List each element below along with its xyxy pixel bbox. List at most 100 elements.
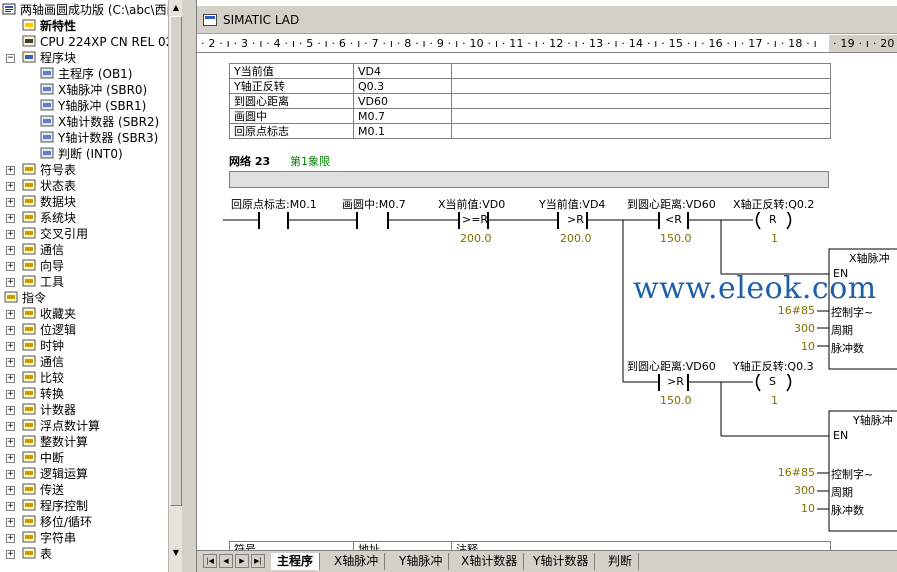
expand-icon[interactable]: + [6, 326, 15, 335]
tree-scrollbar[interactable]: ▲ ▼ [168, 0, 182, 572]
tree-item[interactable]: X轴脉冲 (SBR0) [0, 82, 168, 98]
pin-value[interactable]: 10 [771, 502, 815, 515]
expand-icon[interactable]: + [6, 470, 15, 479]
tree-item[interactable]: + 通信 [0, 242, 168, 258]
pin-value[interactable]: 16#85 [771, 466, 815, 479]
instructions-folder-icon [4, 291, 18, 304]
scroll-down-arrow-icon[interactable]: ▼ [170, 546, 182, 560]
contact-drawing-label[interactable]: 画圆中:M0.7 [342, 196, 406, 212]
tree-item[interactable]: 指令 [0, 290, 168, 306]
tree-item[interactable]: + 数据块 [0, 194, 168, 210]
expand-icon[interactable]: + [6, 310, 15, 319]
tab-last-icon[interactable]: ▶| [251, 554, 265, 568]
expand-icon[interactable]: + [6, 198, 15, 207]
tree-item[interactable]: 主程序 (OB1) [0, 66, 168, 82]
expand-icon[interactable]: + [6, 486, 15, 495]
tree-item[interactable]: + 时钟 [0, 338, 168, 354]
tree-item[interactable]: + 程序控制 [0, 498, 168, 514]
tree-item[interactable]: + 比较 [0, 370, 168, 386]
tree-item[interactable]: X轴计数器 (SBR2) [0, 114, 168, 130]
tree-item[interactable]: + 转换 [0, 386, 168, 402]
pin-value[interactable]: 300 [771, 484, 815, 497]
tree-item[interactable]: Y轴脉冲 (SBR1) [0, 98, 168, 114]
tab-next-icon[interactable]: ▶ [235, 554, 249, 568]
coil-count[interactable]: 1 [771, 394, 778, 407]
tab-5[interactable]: Y轴计数器 [527, 553, 596, 570]
tree-scroll-thumb[interactable] [170, 16, 182, 506]
expand-icon[interactable]: + [6, 502, 15, 511]
expand-icon[interactable]: + [6, 454, 15, 463]
tree-item-label: CPU 224XP CN REL 02.0 [40, 35, 168, 49]
expand-icon[interactable]: + [6, 246, 15, 255]
expand-icon[interactable]: + [6, 406, 15, 415]
expand-icon[interactable]: + [6, 390, 15, 399]
tree-item[interactable]: 判断 (INT0) [0, 146, 168, 162]
tree-item[interactable]: + 系统块 [0, 210, 168, 226]
expand-icon[interactable]: + [6, 166, 15, 175]
expand-icon[interactable]: + [6, 374, 15, 383]
box-x-pulse-title[interactable]: X轴脉冲 [849, 250, 890, 266]
tree-item[interactable]: + 交叉引用 [0, 226, 168, 242]
box-y-pulse-title[interactable]: Y轴脉冲 [853, 412, 893, 428]
tree-item[interactable]: + 移位/循环 [0, 514, 168, 530]
compare-value[interactable]: 200.0 [560, 232, 592, 245]
tab-3[interactable]: Y轴脉冲 [393, 553, 450, 570]
tree-item[interactable]: + 整数计算 [0, 434, 168, 450]
collapse-icon[interactable]: − [6, 54, 15, 63]
compare-value[interactable]: 200.0 [460, 232, 492, 245]
contact-xvalue-label[interactable]: X当前值:VD0 [438, 196, 506, 212]
tab-2[interactable]: X轴脉冲 [328, 553, 386, 570]
expand-icon[interactable]: + [6, 214, 15, 223]
pin-value[interactable]: 10 [771, 340, 815, 353]
expand-icon[interactable]: + [6, 262, 15, 271]
tree-item[interactable]: + 通信 [0, 354, 168, 370]
tree-item[interactable]: + 计数器 [0, 402, 168, 418]
tree-item[interactable]: + 符号表 [0, 162, 168, 178]
coil-y-direction-label[interactable]: Y轴正反转:Q0.3 [733, 358, 814, 374]
expand-icon[interactable]: + [6, 422, 15, 431]
tree-item[interactable]: + 逻辑运算 [0, 466, 168, 482]
expand-icon[interactable]: + [6, 182, 15, 191]
tree-item[interactable]: + 中断 [0, 450, 168, 466]
contact-homeflag-label[interactable]: 回原点标志:M0.1 [231, 196, 317, 212]
tree-item[interactable]: + 向导 [0, 258, 168, 274]
tree-item-label: 计数器 [40, 403, 77, 417]
expand-icon[interactable]: + [6, 342, 15, 351]
tab-first-icon[interactable]: |◀ [203, 554, 217, 568]
contact-yvalue-label[interactable]: Y当前值:VD4 [539, 196, 606, 212]
expand-icon[interactable]: + [6, 278, 15, 287]
tree-item[interactable]: + 字符串 [0, 530, 168, 546]
expand-icon[interactable]: + [6, 518, 15, 527]
tab-4[interactable]: X轴计数器 [455, 553, 525, 570]
tree-item[interactable]: + 收藏夹 [0, 306, 168, 322]
expand-icon[interactable]: + [6, 534, 15, 543]
tree-item[interactable]: + 浮点数计算 [0, 418, 168, 434]
expand-icon[interactable]: + [6, 358, 15, 367]
contact-distance-label[interactable]: 到圆心距离:VD60 [627, 196, 716, 212]
coil-count[interactable]: 1 [771, 232, 778, 245]
tab-1[interactable]: 主程序 [271, 553, 321, 570]
splitter[interactable] [182, 0, 196, 572]
tree-item[interactable]: + 状态表 [0, 178, 168, 194]
ladder-canvas[interactable]: Y当前值 VD4 Y轴正反转 Q0.3 到圆心距离 VD60 画圆中 M0.7 回原点标志 M0.… [197, 54, 897, 550]
contact-distance2-label[interactable]: 到圆心距离:VD60 [627, 358, 716, 374]
coil-x-direction-label[interactable]: X轴正反转:Q0.2 [733, 196, 815, 212]
compare-value[interactable]: 150.0 [660, 394, 692, 407]
expand-icon[interactable]: + [6, 230, 15, 239]
compare-value[interactable]: 150.0 [660, 232, 692, 245]
tab-prev-icon[interactable]: ◀ [219, 554, 233, 568]
tree-item[interactable]: + 位逻辑 [0, 322, 168, 338]
expand-icon[interactable]: + [6, 550, 15, 559]
tree-item[interactable]: CPU 224XP CN REL 02.0 [0, 34, 168, 50]
tree-item[interactable]: + 传送 [0, 482, 168, 498]
project-tree[interactable]: 两轴画圆成功版 (C:\abc\西门 新特性 CPU 224XP CN REL 0… [0, 0, 168, 572]
tree-item[interactable]: 新特性 [0, 18, 168, 34]
tree-item[interactable]: + 工具 [0, 274, 168, 290]
tree-item[interactable]: − 程序块 [0, 50, 168, 66]
tree-item[interactable]: + 表 [0, 546, 168, 562]
scroll-up-arrow-icon[interactable]: ▲ [170, 1, 182, 15]
tab-6[interactable]: 判断 [602, 553, 640, 570]
tree-item[interactable]: Y轴计数器 (SBR3) [0, 130, 168, 146]
pin-value[interactable]: 300 [771, 322, 815, 335]
expand-icon[interactable]: + [6, 438, 15, 447]
